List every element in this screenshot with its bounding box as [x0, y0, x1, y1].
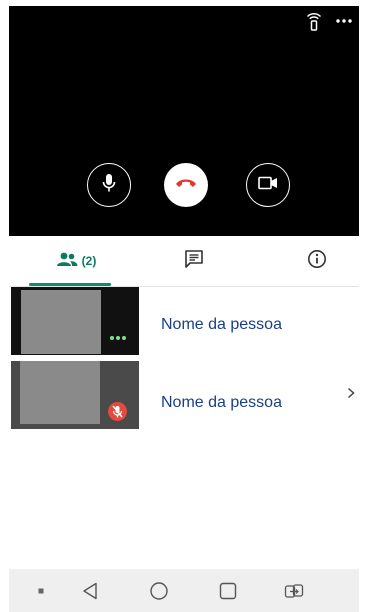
camera-icon: [258, 176, 278, 195]
system-nav-bar: [9, 569, 359, 612]
end-call-button[interactable]: [164, 163, 208, 207]
end-call-icon: [175, 176, 197, 194]
microphone-button[interactable]: [87, 163, 131, 207]
chat-icon: [184, 249, 204, 274]
camera-button[interactable]: [246, 163, 290, 207]
participant-thumbnail: [21, 290, 101, 354]
more-options-icon[interactable]: [329, 8, 359, 34]
chevron-right-icon[interactable]: [347, 386, 355, 404]
people-icon: [56, 252, 78, 271]
participant-thumbnail: [20, 361, 100, 424]
mic-off-icon: [108, 402, 127, 421]
participant-count: (2): [81, 254, 97, 268]
video-area: [9, 6, 359, 236]
info-icon: [307, 249, 327, 274]
switch-icon[interactable]: [279, 569, 309, 612]
participant-row[interactable]: Nome da pessoa: [9, 358, 359, 429]
back-icon[interactable]: [75, 569, 105, 612]
participant-video-tile: [11, 361, 139, 429]
microphone-icon: [101, 173, 117, 198]
tab-chat[interactable]: [169, 236, 219, 286]
participant-name: Nome da pessoa: [161, 394, 282, 411]
tab-participants[interactable]: (2): [31, 236, 121, 286]
participant-name: Nome da pessoa: [161, 316, 282, 333]
participant-video-tile: [11, 287, 139, 355]
tab-bar: (2): [9, 236, 359, 287]
home-icon[interactable]: [144, 569, 174, 612]
active-tab-indicator: [29, 283, 111, 286]
participant-row[interactable]: Nome da pessoa: [9, 287, 359, 358]
remote-signal-icon[interactable]: [299, 8, 329, 34]
top-icons: [299, 8, 359, 34]
recents-icon[interactable]: [213, 569, 243, 612]
participant-list: Nome da pessoa Nome da pessoa: [9, 287, 359, 429]
menu-dot-icon[interactable]: [31, 569, 51, 612]
more-dots-icon: [110, 336, 126, 340]
tab-info[interactable]: [292, 236, 342, 286]
